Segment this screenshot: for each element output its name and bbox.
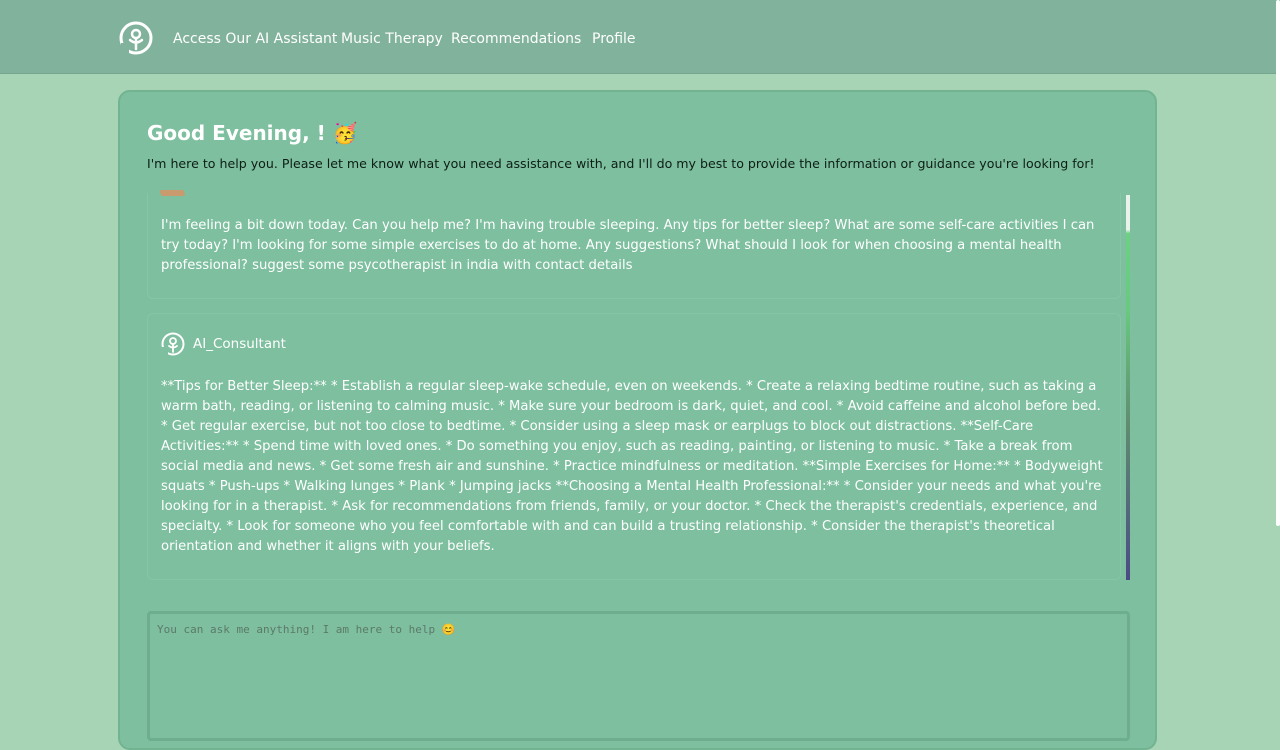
nav-link-profile[interactable]: Profile	[592, 31, 636, 47]
user-avatar-edge	[160, 190, 184, 194]
user-message-card: I'm feeling a bit down today. Can you he…	[147, 180, 1121, 299]
scroll-mask	[147, 178, 1131, 193]
message-input[interactable]	[147, 611, 1130, 741]
mind-head-icon[interactable]	[119, 21, 153, 55]
nav-link-recommendations[interactable]: Recommendations	[451, 31, 581, 47]
nav-link-music-therapy[interactable]: Music Therapy	[341, 31, 443, 47]
chat-scrollbar[interactable]	[1126, 195, 1130, 580]
top-navbar: Access Our AI Assistant Music Therapy Re…	[0, 0, 1280, 74]
page-subtitle: I'm here to help you. Please let me know…	[147, 156, 1095, 171]
ai-message-text: **Tips for Better Sleep:** * Establish a…	[161, 379, 1103, 554]
ai-message-card: AI_Consultant **Tips for Better Sleep:**…	[147, 313, 1121, 580]
page-title: Good Evening, ! 🥳	[147, 121, 358, 145]
user-message-text: I'm feeling a bit down today. Can you he…	[161, 218, 1095, 273]
nav-link-ai-assistant[interactable]: Access Our AI Assistant	[173, 31, 337, 47]
ai-sender-name: AI_Consultant	[193, 336, 286, 352]
page-scrollbar[interactable]	[1276, 0, 1280, 526]
ai-avatar-icon	[161, 332, 185, 356]
